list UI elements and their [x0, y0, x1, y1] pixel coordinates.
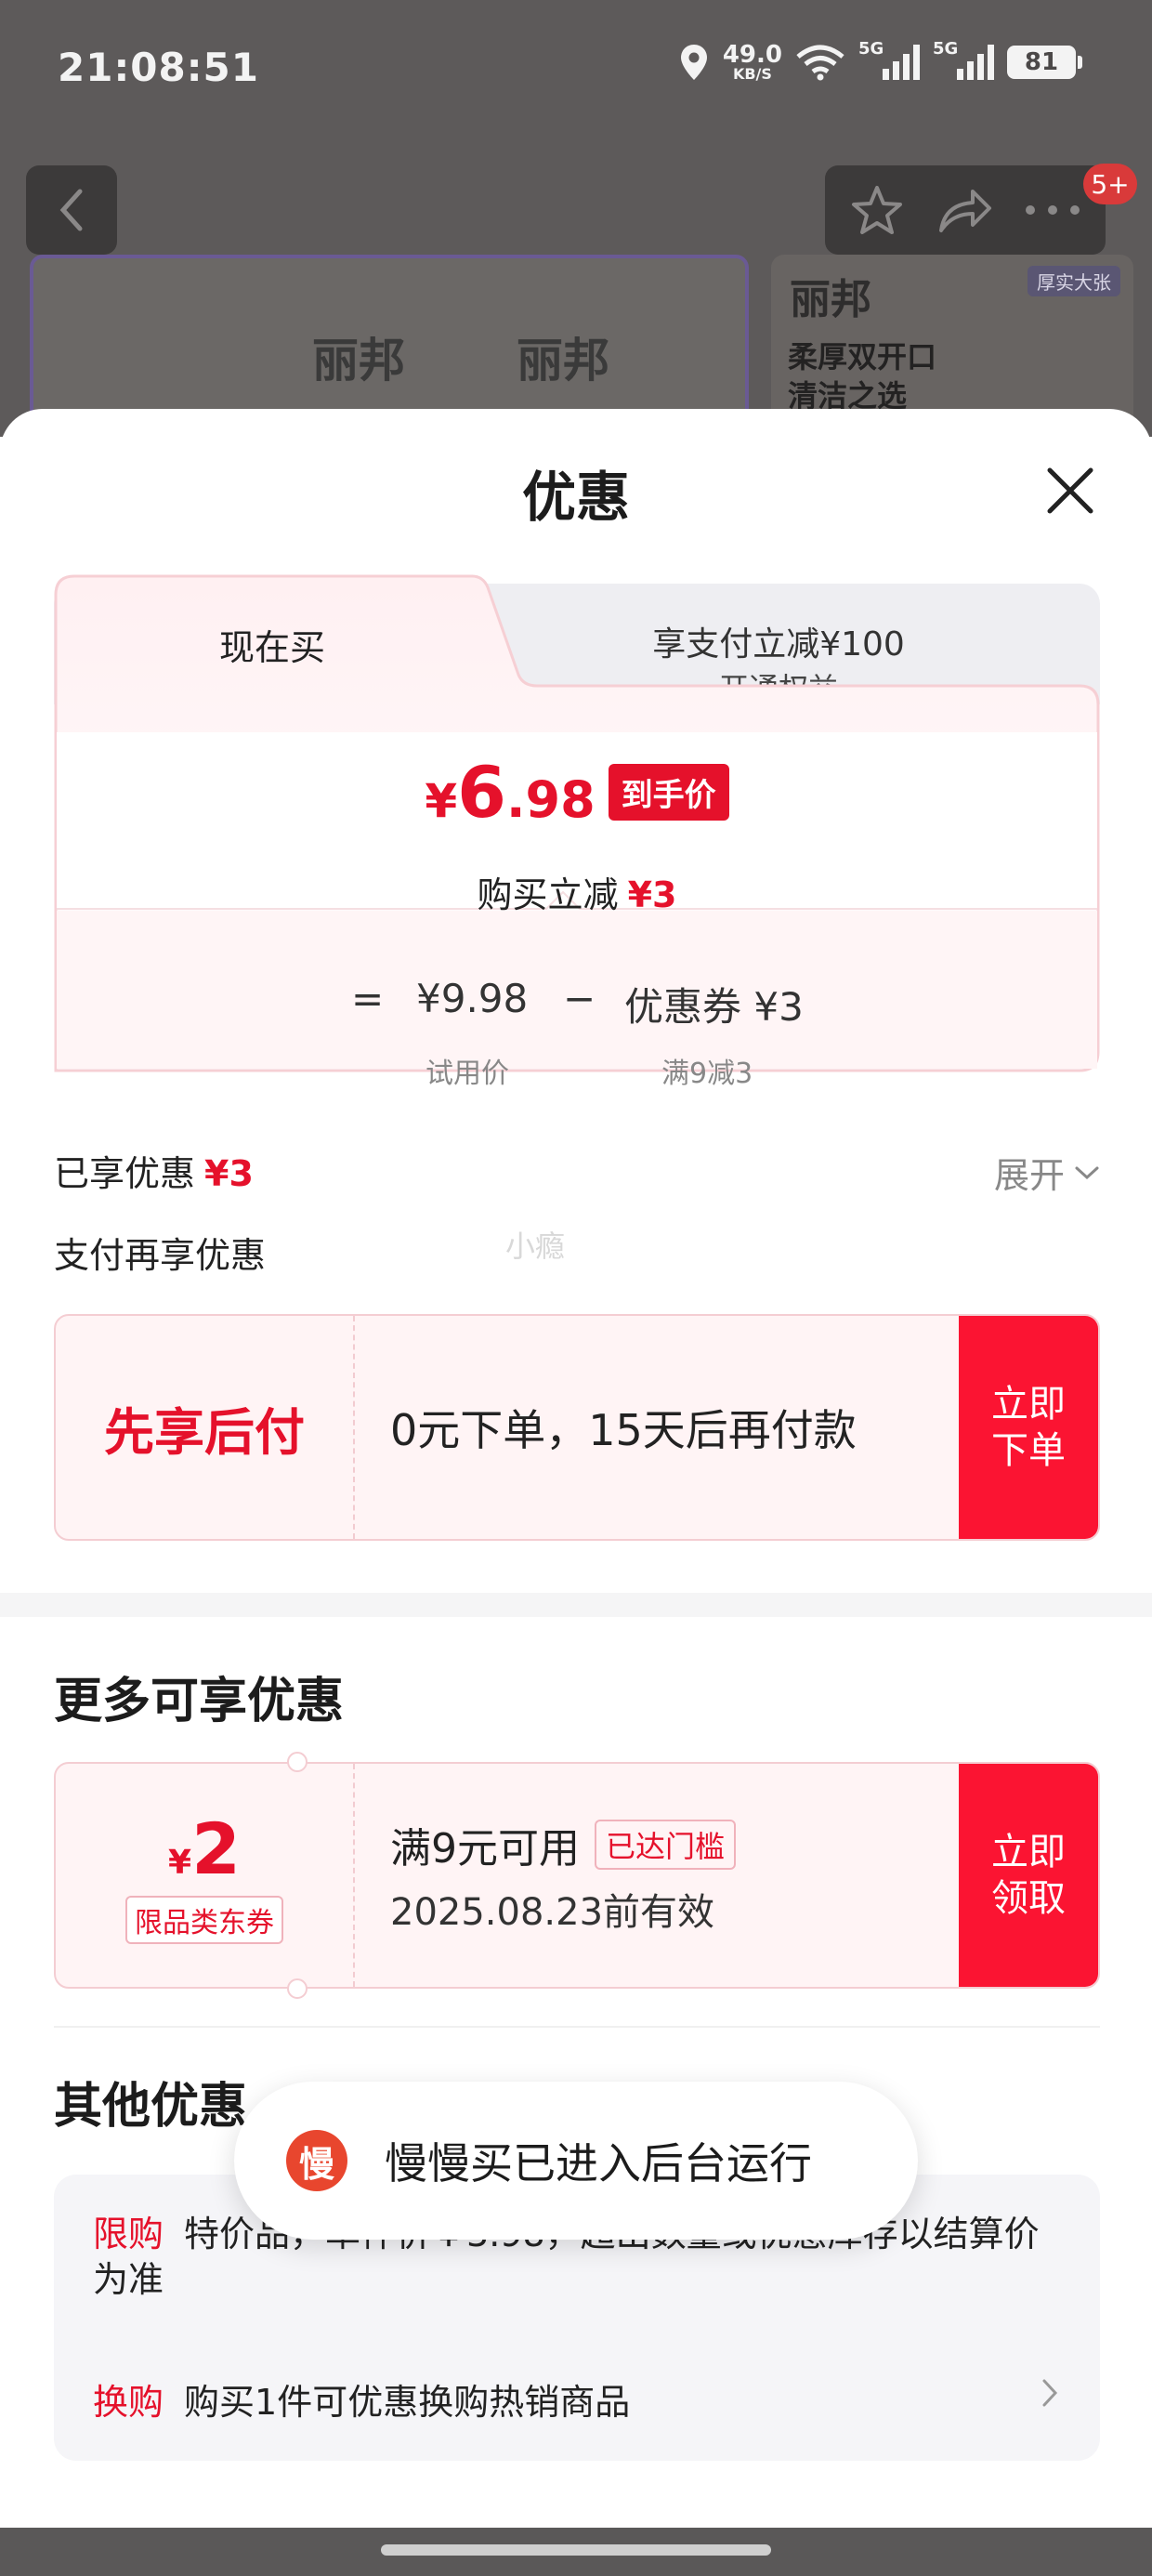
swap-purchase-row[interactable]: 换购 购买1件可优惠换购热销商品: [93, 2373, 1059, 2425]
location-icon: [680, 45, 707, 80]
bnpl-desc: 0元下单，15天后再付款: [390, 1405, 857, 1455]
price-decimal: .98: [506, 770, 596, 829]
net-speed-unit: KB/S: [732, 65, 772, 83]
bnpl-title: 先享后付: [104, 1402, 305, 1462]
wifi-icon: [796, 45, 844, 81]
coupon-condition: 满9元可用: [390, 1825, 580, 1873]
pay-more-label: 支付再享优惠: [54, 1235, 267, 1276]
claim-coupon-button[interactable]: 立即领取: [959, 1764, 1098, 1987]
sheet-title: 优惠: [521, 466, 630, 529]
watermark-text: 小瘾: [505, 1229, 566, 1264]
status-time: 21:08:51: [58, 45, 259, 90]
chevron-left-icon: [59, 189, 83, 231]
bnpl-order-button-label: 立即下单: [991, 1383, 1066, 1472]
calc-equals: =: [351, 976, 385, 1021]
enjoyed-discount: 已享优惠 ¥3: [54, 1145, 254, 1196]
side-slogan: 柔厚双开口 清洁之选: [788, 338, 936, 415]
purchase-limit-label: 限购: [93, 2214, 164, 2254]
net-speed-value: 49.0: [722, 41, 782, 69]
bnpl-left: 先享后付: [56, 1316, 353, 1539]
price-integer: 6: [457, 751, 506, 834]
calc-coupon-rule: 满9减3: [661, 1058, 753, 1090]
coupon-card[interactable]: ¥2 限品类东券 满9元可用 已达门槛 2025.08.23前有效 立即领取: [54, 1762, 1100, 1989]
status-bar: 21:08:51 49.0 KB/S 5G 5G 81: [0, 0, 1152, 139]
final-price: ¥6.98: [425, 751, 595, 834]
final-price-tag: 到手价: [608, 764, 729, 821]
swap-purchase-text: 购买1件可优惠换购热销商品: [184, 2382, 631, 2423]
coupon-value: 2: [191, 1807, 241, 1890]
bnpl-card[interactable]: 先享后付 0元下单，15天后再付款 立即下单: [54, 1314, 1100, 1541]
more-icon[interactable]: [1024, 204, 1081, 217]
status-icons: 49.0 KB/S 5G 5G 81: [678, 39, 1082, 82]
coupon-notch-bottom: [287, 1978, 308, 1999]
background-product-page: 21:08:51 49.0 KB/S 5G 5G 81 5+ 丽邦 丽邦 丽邦 …: [0, 0, 1152, 437]
instant-reduce-amount: ¥3: [627, 874, 677, 915]
coupon-amount: ¥2: [168, 1807, 241, 1890]
back-button[interactable]: [26, 165, 117, 255]
more-discounts-title: 更多可享优惠: [54, 1674, 345, 1729]
bnpl-order-button[interactable]: 立即下单: [959, 1316, 1098, 1539]
coupon-divider: [353, 1764, 355, 1987]
other-discounts-title: 其他优惠: [54, 2079, 248, 2135]
signal-icon-1: 5G: [858, 39, 920, 80]
share-icon[interactable]: [936, 184, 993, 236]
side-slogan-line1: 柔厚双开口: [788, 339, 937, 375]
thin-divider: [54, 2026, 1100, 2028]
net-speed: 49.0 KB/S: [723, 43, 782, 82]
expand-button[interactable]: 展开: [994, 1147, 1100, 1198]
instant-reduce-label: 购买立减: [477, 874, 619, 915]
signal-type-2: 5G: [933, 39, 959, 59]
star-icon[interactable]: [849, 182, 905, 238]
final-price-row: ¥6.98 到手价: [54, 751, 1100, 834]
product-brand-text-2: 丽邦: [517, 334, 609, 388]
coupon-middle: 满9元可用 已达门槛 2025.08.23前有效: [390, 1764, 737, 1987]
side-tag: 厚实大张: [1028, 266, 1120, 296]
calc-minus: −: [563, 976, 596, 1021]
coupon-type-badge: 限品类东券: [125, 1895, 283, 1944]
home-indicator[interactable]: [381, 2544, 771, 2556]
signal-icon-2: 5G: [933, 39, 994, 80]
calc-coupon: 优惠券 ¥3: [624, 984, 804, 1030]
expand-label: 展开: [993, 1155, 1065, 1196]
swap-purchase-label: 换购: [93, 2382, 164, 2423]
enjoyed-discount-label: 已享优惠: [54, 1153, 196, 1194]
bnpl-middle: 0元下单，15天后再付款: [390, 1316, 857, 1539]
coupon-left: ¥2 限品类东券: [56, 1764, 353, 1987]
bnpl-divider: [353, 1316, 355, 1539]
calc-trial-label: 试用价: [425, 1058, 509, 1090]
enjoyed-discount-amount: ¥3: [204, 1153, 254, 1194]
side-brand: 丽邦: [790, 276, 871, 323]
product-brand-text: 丽邦: [312, 334, 405, 388]
price-breakdown-card: 享支付立减¥100 开通权益 现在买 ¥6.98 到手价 购买立减¥3: [54, 574, 1100, 1090]
battery-indicator: 81: [1007, 46, 1082, 79]
tab-buy-now[interactable]: 现在买: [54, 619, 491, 670]
notification-badge: 5+: [1083, 164, 1137, 204]
signal-type-1: 5G: [858, 39, 884, 59]
chevron-down-icon: [1075, 1166, 1099, 1179]
coupon-threshold-badge: 已达门槛: [595, 1820, 737, 1870]
claim-coupon-button-label: 立即领取: [991, 1831, 1066, 1920]
section-divider: [0, 1593, 1152, 1617]
chevron-right-icon: [1042, 2379, 1058, 2407]
toast-text: 慢慢买已进入后台运行: [385, 2138, 812, 2188]
app-logo-icon: 慢: [286, 2130, 347, 2191]
calc-trial-price: ¥9.98: [416, 976, 529, 1021]
coupon-expiry: 2025.08.23前有效: [390, 1891, 715, 1934]
background-run-toast: 慢 慢慢买已进入后台运行: [234, 2082, 918, 2240]
nav-actions: [825, 165, 1106, 255]
instant-reduce-row: 购买立减 ¥3: [54, 866, 1100, 917]
price-currency: ¥: [425, 774, 458, 828]
coupon-notch-top: [287, 1752, 308, 1772]
coupon-currency: ¥: [168, 1843, 192, 1882]
close-icon[interactable]: [1037, 457, 1104, 524]
